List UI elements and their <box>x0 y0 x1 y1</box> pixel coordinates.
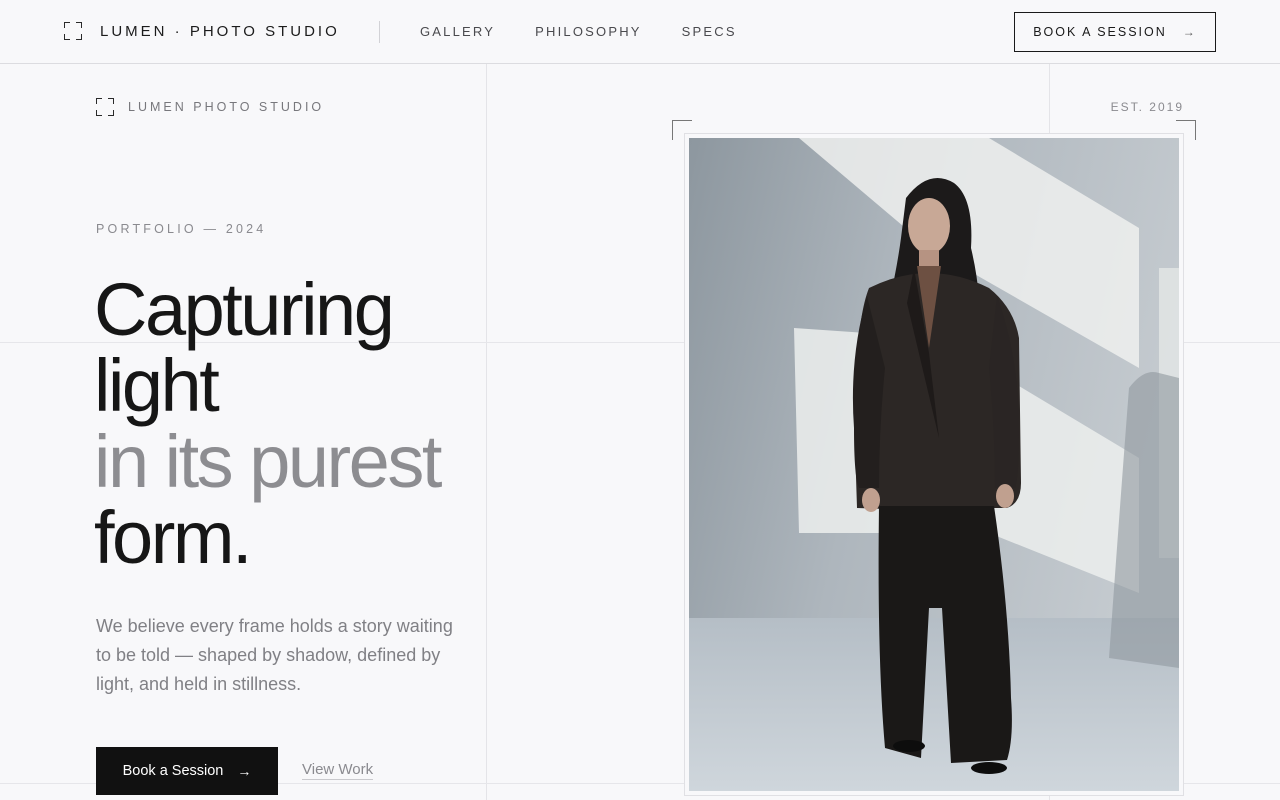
page: LUMEN · PHOTO STUDIO GALLERY PHILOSOPHY … <box>0 0 1280 800</box>
established-label: EST. 2019 <box>1110 100 1184 114</box>
book-session-button[interactable]: Book a Session → <box>96 747 278 795</box>
hero-photo <box>689 138 1179 791</box>
book-session-nav-label: BOOK A SESSION <box>1033 25 1167 39</box>
portfolio-eyebrow: PORTFOLIO — 2024 <box>96 222 267 236</box>
nav-divider <box>379 21 380 43</box>
nav-link-specs[interactable]: SPECS <box>682 24 737 39</box>
viewfinder-corners-icon <box>64 22 82 40</box>
headline-line-2: light <box>94 344 220 427</box>
headline-line-4: form. <box>94 496 253 579</box>
grid-line <box>486 64 487 800</box>
viewfinder-corners-icon <box>96 98 114 116</box>
nav-links: GALLERY PHILOSOPHY SPECS <box>420 24 737 39</box>
view-work-link[interactable]: View Work <box>302 761 374 780</box>
hero-brand-text: LUMEN PHOTO STUDIO <box>128 100 325 114</box>
brand-name: LUMEN · PHOTO STUDIO <box>100 22 340 40</box>
hero-headline: Capturing light in its purest form. <box>94 268 442 579</box>
arrow-right-icon: → <box>237 763 252 779</box>
top-nav: LUMEN · PHOTO STUDIO GALLERY PHILOSOPHY … <box>0 0 1280 64</box>
nav-link-philosophy[interactable]: PHILOSOPHY <box>535 24 642 39</box>
nav-link-gallery[interactable]: GALLERY <box>420 24 495 39</box>
hero-brand: LUMEN PHOTO STUDIO <box>96 98 324 116</box>
arrow-right-icon: → <box>1182 25 1197 39</box>
headline-line-1: Capturing <box>94 268 395 351</box>
book-session-label: Book a Session <box>122 763 224 779</box>
nav-brand[interactable]: LUMEN · PHOTO STUDIO <box>64 22 340 40</box>
headline-line-3: in its purest <box>94 420 442 503</box>
hero-description: We believe every frame holds a story wai… <box>96 616 453 694</box>
book-session-nav-button[interactable]: BOOK A SESSION → <box>1014 12 1216 52</box>
